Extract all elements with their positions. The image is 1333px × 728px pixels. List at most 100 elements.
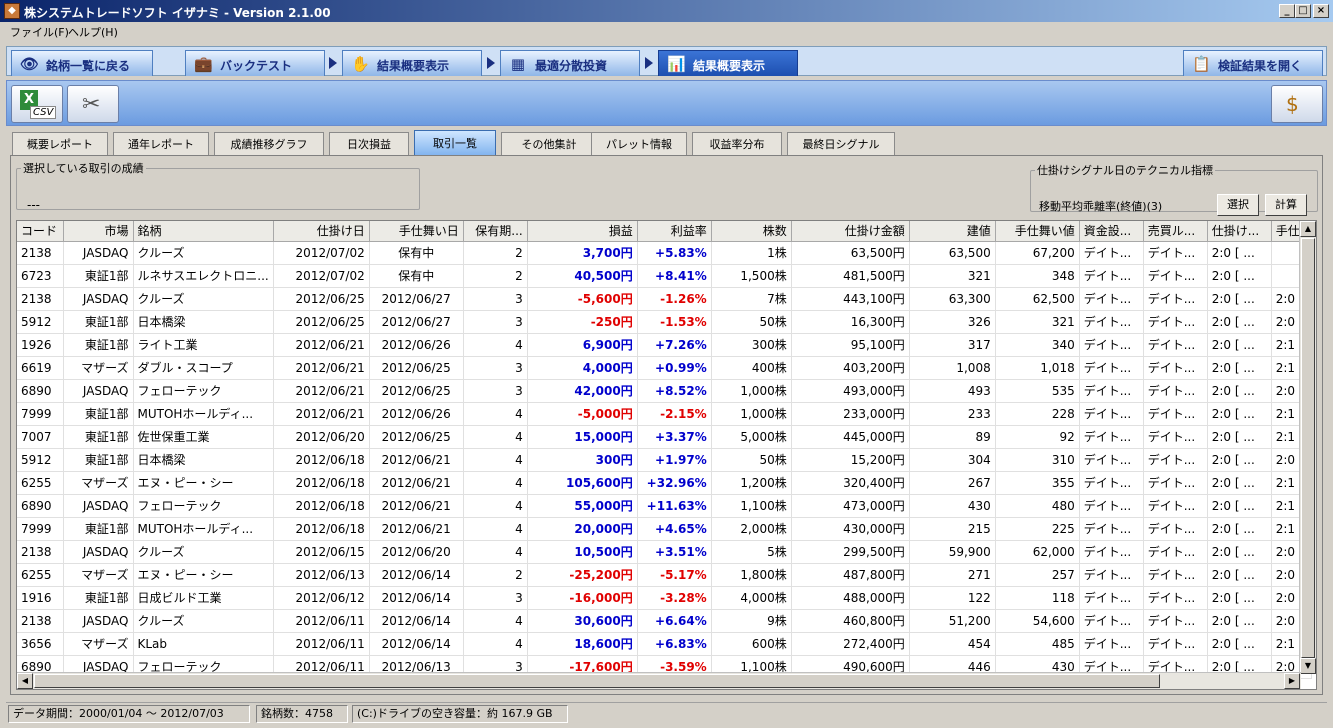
column-header[interactable]: 市場 xyxy=(63,221,134,242)
tools-button[interactable]: ✂ xyxy=(67,85,119,123)
column-header[interactable]: 株数 xyxy=(711,221,792,242)
column-header[interactable]: 銘柄 xyxy=(133,221,274,242)
table-row[interactable]: 3656 マザーズ KLab 2012/06/11 2012/06/14 4 18,600円… xyxy=(17,632,1312,656)
column-header[interactable]: 建値 xyxy=(909,221,996,242)
table-row[interactable]: 2138 JASDAQ クルーズ 2012/06/11 2012/06/14 4 30,60… xyxy=(17,609,1312,633)
minimize-button[interactable]: _ xyxy=(1279,4,1295,18)
scroll-right-icon[interactable]: ▶ xyxy=(1284,673,1300,689)
tab-daily-pnl[interactable]: 日次損益 xyxy=(329,132,409,156)
horizontal-scrollbar[interactable]: ◀ ▶ xyxy=(17,672,1301,689)
table-cell: 300円 xyxy=(527,448,638,472)
menu-file[interactable]: ファイル(F) xyxy=(10,24,69,40)
table-row[interactable]: 2138 JASDAQ クルーズ 2012/06/25 2012/06/27 3 -5,60… xyxy=(17,287,1312,311)
table-row[interactable]: 6255 マザーズ エヌ・ピー・シー 2012/06/13 2012/06/14 2 -25… xyxy=(17,563,1312,587)
table-cell: 2012/06/25 xyxy=(369,425,464,449)
table-cell: ルネサスエレクトロニ... xyxy=(133,264,274,288)
table-cell: デイト... xyxy=(1143,471,1208,495)
table-cell: 304 xyxy=(909,448,996,472)
scroll-down-icon[interactable]: ▼ xyxy=(1300,658,1316,674)
table-cell: 2012/06/21 xyxy=(273,333,370,357)
table-cell: MUTOHホールディ... xyxy=(133,517,274,541)
column-header[interactable]: 利益率 xyxy=(637,221,712,242)
nav-summary-button[interactable]: ✋ 結果概要表示 xyxy=(342,50,482,76)
table-cell: 321 xyxy=(995,310,1080,334)
table-cell: 6255 xyxy=(17,563,64,587)
tab-yearly[interactable]: 通年レポート xyxy=(113,132,209,156)
column-header[interactable]: 損益 xyxy=(527,221,638,242)
table-row[interactable]: 7999 東証1部 MUTOHホールディ... 2012/06/18 2012/06/2… xyxy=(17,517,1312,541)
table-cell: 2012/06/18 xyxy=(273,494,370,518)
close-button[interactable]: × xyxy=(1313,4,1329,18)
column-header[interactable]: 仕掛け金額 xyxy=(791,221,910,242)
nav-optimal-button[interactable]: ▦ 最適分散投資 xyxy=(500,50,640,76)
column-header[interactable]: 仕掛け... xyxy=(1207,221,1272,242)
table-cell: デイト... xyxy=(1079,586,1144,610)
nav-backtest-button[interactable]: 💼 バックテスト xyxy=(185,50,325,76)
tab-return-distribution[interactable]: 収益率分布 xyxy=(692,132,782,156)
table-cell: 317 xyxy=(909,333,996,357)
table-cell: 2:0 [ ... xyxy=(1207,241,1272,265)
tab-performance-graph[interactable]: 成績推移グラフ xyxy=(214,132,324,156)
table-row[interactable]: 1916 東証1部 日成ビルド工業 2012/06/12 2012/06/14 3 -16,… xyxy=(17,586,1312,610)
table-cell: 4 xyxy=(463,448,528,472)
calc-button[interactable]: 計算 xyxy=(1265,194,1307,216)
table-row[interactable]: 1926 東証1部 ライト工業 2012/06/21 2012/06/26 4 6,900円… xyxy=(17,333,1312,357)
menu-help[interactable]: ヘルプ(H) xyxy=(68,24,118,40)
scroll-left-icon[interactable]: ◀ xyxy=(17,673,33,689)
column-header[interactable]: 保有期... xyxy=(463,221,528,242)
table-cell: ダブル・スコープ xyxy=(133,356,274,380)
table-row[interactable]: 6890 JASDAQ フェローテック 2012/06/18 2012/06/21 4 55… xyxy=(17,494,1312,518)
table-cell: 2012/06/25 xyxy=(273,287,370,311)
table-cell: デイト... xyxy=(1143,287,1208,311)
table-row[interactable]: 6255 マザーズ エヌ・ピー・シー 2012/06/18 2012/06/21 4 105… xyxy=(17,471,1312,495)
tab-overview[interactable]: 概要レポート xyxy=(12,132,108,156)
column-header[interactable]: コード xyxy=(17,221,64,242)
maximize-button[interactable]: □ xyxy=(1295,4,1311,18)
csv-export-button[interactable]: X CSV xyxy=(11,85,63,123)
nav-summary2-button[interactable]: 📊 結果概要表示 xyxy=(658,50,798,76)
column-header[interactable]: 資金設... xyxy=(1079,221,1144,242)
column-header[interactable]: 手仕舞い値 xyxy=(995,221,1080,242)
table-row[interactable]: 6890 JASDAQ フェローテック 2012/06/21 2012/06/25 3 42… xyxy=(17,379,1312,403)
table-cell: JASDAQ xyxy=(63,287,134,311)
column-header[interactable]: 売買ル... xyxy=(1143,221,1208,242)
tab-final-signal[interactable]: 最終日シグナル xyxy=(787,132,895,156)
table-row[interactable]: 6723 東証1部 ルネサスエレクトロニ... 2012/07/02 保有中 2 40,50… xyxy=(17,264,1312,288)
table-row[interactable]: 7999 東証1部 MUTOHホールディ... 2012/06/21 2012/06/2… xyxy=(17,402,1312,426)
table-cell: デイト... xyxy=(1079,379,1144,403)
column-header[interactable]: 仕掛け日 xyxy=(273,221,370,242)
money-settings-button[interactable]: $ xyxy=(1271,85,1323,123)
open-results-button[interactable]: 📋 検証結果を開く xyxy=(1183,50,1323,76)
table-cell: 326 xyxy=(909,310,996,334)
table-row[interactable]: 2138 JASDAQ クルーズ 2012/06/15 2012/06/20 4 10,50… xyxy=(17,540,1312,564)
trade-grid: コード 市場 銘柄 仕掛け日 手仕舞い日 保有期... 損益 利益率 株数 仕掛け金額 建値 手仕舞い… xyxy=(17,221,1312,679)
table-cell: 272,400円 xyxy=(791,632,910,656)
table-cell: デイト... xyxy=(1143,402,1208,426)
table-row[interactable]: 5912 東証1部 日本橋梁 2012/06/18 2012/06/21 4 300円 +1.… xyxy=(17,448,1312,472)
table-cell: 2012/06/14 xyxy=(369,609,464,633)
tab-trade-list[interactable]: 取引一覧 xyxy=(414,130,496,156)
table-cell: 55,000円 xyxy=(527,494,638,518)
vertical-scroll-thumb[interactable] xyxy=(1301,238,1315,658)
table-cell: 493 xyxy=(909,379,996,403)
table-cell: 2012/06/21 xyxy=(273,356,370,380)
table-cell: 4,000株 xyxy=(711,586,792,610)
vertical-scrollbar[interactable]: ▲ ▼ xyxy=(1299,221,1316,674)
tab-other-stats[interactable]: その他集計 xyxy=(501,132,597,156)
select-button[interactable]: 選択 xyxy=(1217,194,1259,216)
nav-back-button[interactable]: 👁 銘柄一覧に戻る xyxy=(11,50,153,76)
column-header[interactable]: 手仕舞い日 xyxy=(369,221,464,242)
table-cell: デイト... xyxy=(1143,241,1208,265)
table-cell: -250円 xyxy=(527,310,638,334)
table-cell: 535 xyxy=(995,379,1080,403)
table-row[interactable]: 5912 東証1部 日本橋梁 2012/06/25 2012/06/27 3 -250円 -1… xyxy=(17,310,1312,334)
table-cell: 430 xyxy=(909,494,996,518)
table-cell: マザーズ xyxy=(63,563,134,587)
tab-palette-info[interactable]: パレット情報 xyxy=(591,132,687,156)
table-row[interactable]: 6619 マザーズ ダブル・スコープ 2012/06/21 2012/06/25 3 4,0… xyxy=(17,356,1312,380)
table-row[interactable]: 2138 JASDAQ クルーズ 2012/07/02 保有中 2 3,700円 +5.83%… xyxy=(17,241,1312,265)
table-row[interactable]: 7007 東証1部 佐世保重工業 2012/06/20 2012/06/25 4 15,00… xyxy=(17,425,1312,449)
table-cell: クルーズ xyxy=(133,540,274,564)
horizontal-scroll-thumb[interactable] xyxy=(34,674,1160,688)
scroll-up-icon[interactable]: ▲ xyxy=(1300,221,1316,237)
